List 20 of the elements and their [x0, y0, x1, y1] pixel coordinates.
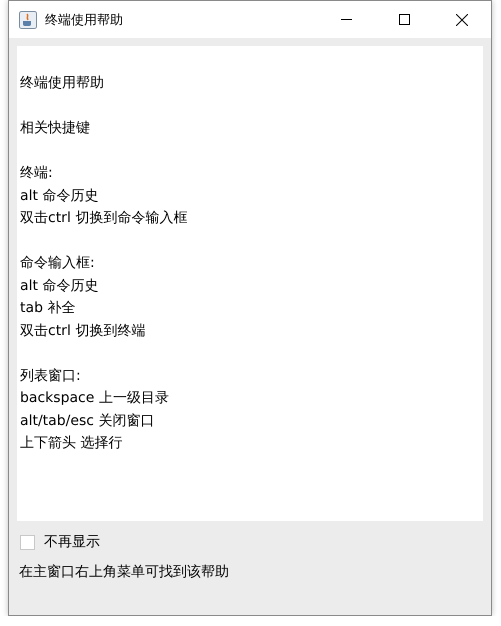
help-line: alt 命令历史: [20, 186, 98, 206]
help-line: 双击ctrl 切换到命令输入框: [20, 209, 188, 228]
help-line: alt/tab/esc 关闭窗口: [20, 412, 154, 430]
help-line: 上下箭头 选择行: [20, 434, 122, 453]
help-line: tab 补全: [20, 299, 76, 318]
help-line: 终端:: [20, 164, 53, 183]
maximize-icon: [398, 14, 410, 25]
window-title: 终端使用帮助: [45, 12, 124, 28]
help-line: backspace 上一级目录: [20, 389, 169, 408]
checkbox-label: 不再显示: [44, 533, 100, 551]
help-line: 终端使用帮助: [20, 74, 104, 93]
help-line: 双击ctrl 切换到终端: [20, 322, 146, 340]
checkbox[interactable]: [20, 534, 35, 550]
help-line: 命令输入框:: [20, 254, 95, 273]
close-icon: [456, 14, 468, 26]
cup-icon: [19, 10, 37, 28]
help-line: alt 命令历史: [20, 276, 98, 296]
help-line: 列表窗口:: [20, 366, 81, 386]
footer-note: 在主窗口右上角菜单可找到该帮助: [19, 563, 229, 581]
help-line: 相关快捷键: [20, 119, 90, 138]
